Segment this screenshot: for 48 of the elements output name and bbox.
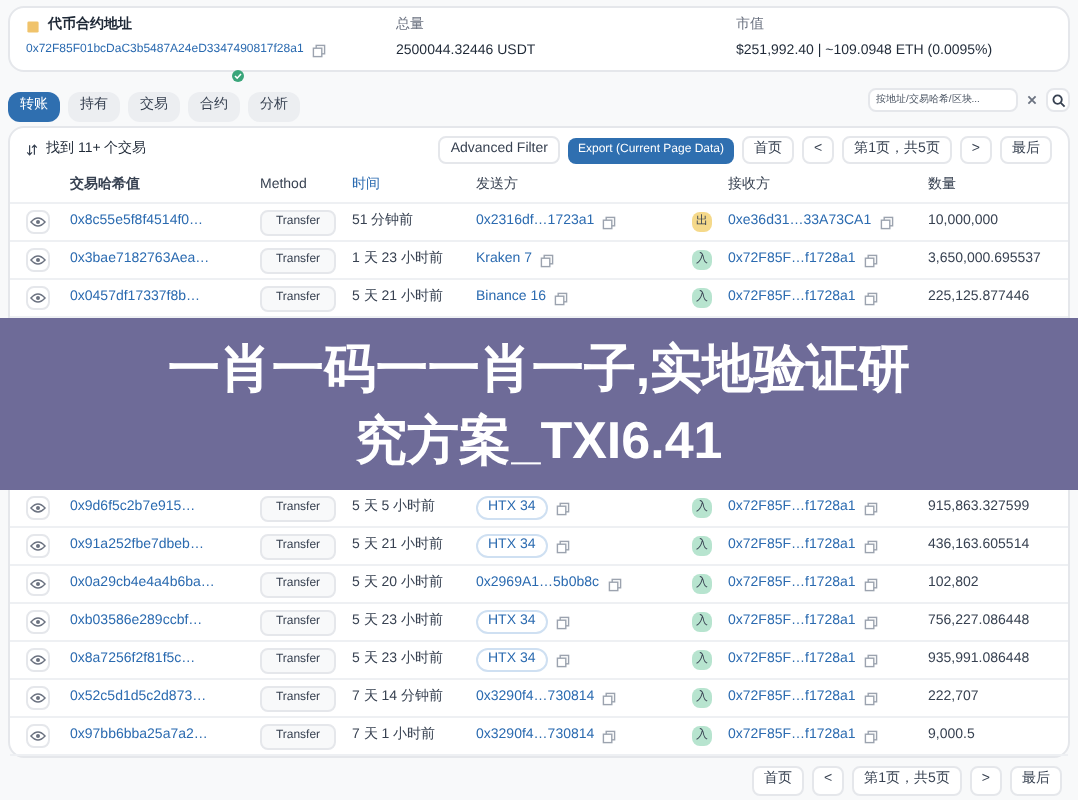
copy-icon[interactable] [863, 653, 878, 667]
copy-icon[interactable] [602, 691, 617, 705]
copy-icon[interactable] [555, 615, 570, 629]
details-button[interactable] [26, 724, 50, 748]
eye-icon [30, 692, 46, 704]
details-button[interactable] [26, 648, 50, 672]
eye-icon [30, 730, 46, 742]
eye-icon [30, 540, 46, 552]
details-button[interactable] [26, 572, 50, 596]
banner-text: 一肖一码一一肖一子,实地验证研 [167, 336, 911, 402]
eye-icon [30, 254, 46, 266]
banner-text: 究方案_TXI6.41 [355, 408, 723, 474]
sort-icon [26, 144, 38, 156]
copy-icon[interactable] [879, 215, 894, 229]
copy-icon[interactable] [540, 253, 555, 267]
search-icon [1051, 93, 1065, 107]
copy-icon[interactable] [863, 501, 878, 515]
copy-icon[interactable] [311, 43, 326, 57]
copy-icon[interactable] [555, 653, 570, 667]
token-icon [26, 19, 40, 34]
eye-icon [30, 502, 46, 514]
details-button[interactable] [26, 496, 50, 520]
details-button[interactable] [26, 210, 50, 234]
copy-icon[interactable] [555, 539, 570, 553]
eye-icon [30, 654, 46, 666]
eye-icon [30, 616, 46, 628]
copy-icon[interactable] [863, 291, 878, 305]
details-button[interactable] [26, 534, 50, 558]
eye-icon [30, 216, 46, 228]
copy-icon[interactable] [602, 729, 617, 743]
copy-icon[interactable] [602, 215, 617, 229]
eye-icon [30, 578, 46, 590]
search-button[interactable] [1046, 88, 1070, 112]
copy-icon[interactable] [863, 539, 878, 553]
copy-icon[interactable] [863, 577, 878, 591]
details-button[interactable] [26, 286, 50, 310]
copy-icon[interactable] [863, 615, 878, 629]
details-button[interactable] [26, 686, 50, 710]
copy-icon[interactable] [554, 291, 569, 305]
details-button[interactable] [26, 610, 50, 634]
copy-icon[interactable] [863, 253, 878, 267]
details-button[interactable] [26, 248, 50, 272]
copy-icon[interactable] [863, 729, 878, 743]
copy-icon[interactable] [607, 577, 621, 591]
copy-icon[interactable] [555, 501, 570, 515]
copy-icon[interactable] [863, 691, 878, 705]
close-icon[interactable] [1026, 94, 1038, 106]
eye-icon [30, 292, 46, 304]
